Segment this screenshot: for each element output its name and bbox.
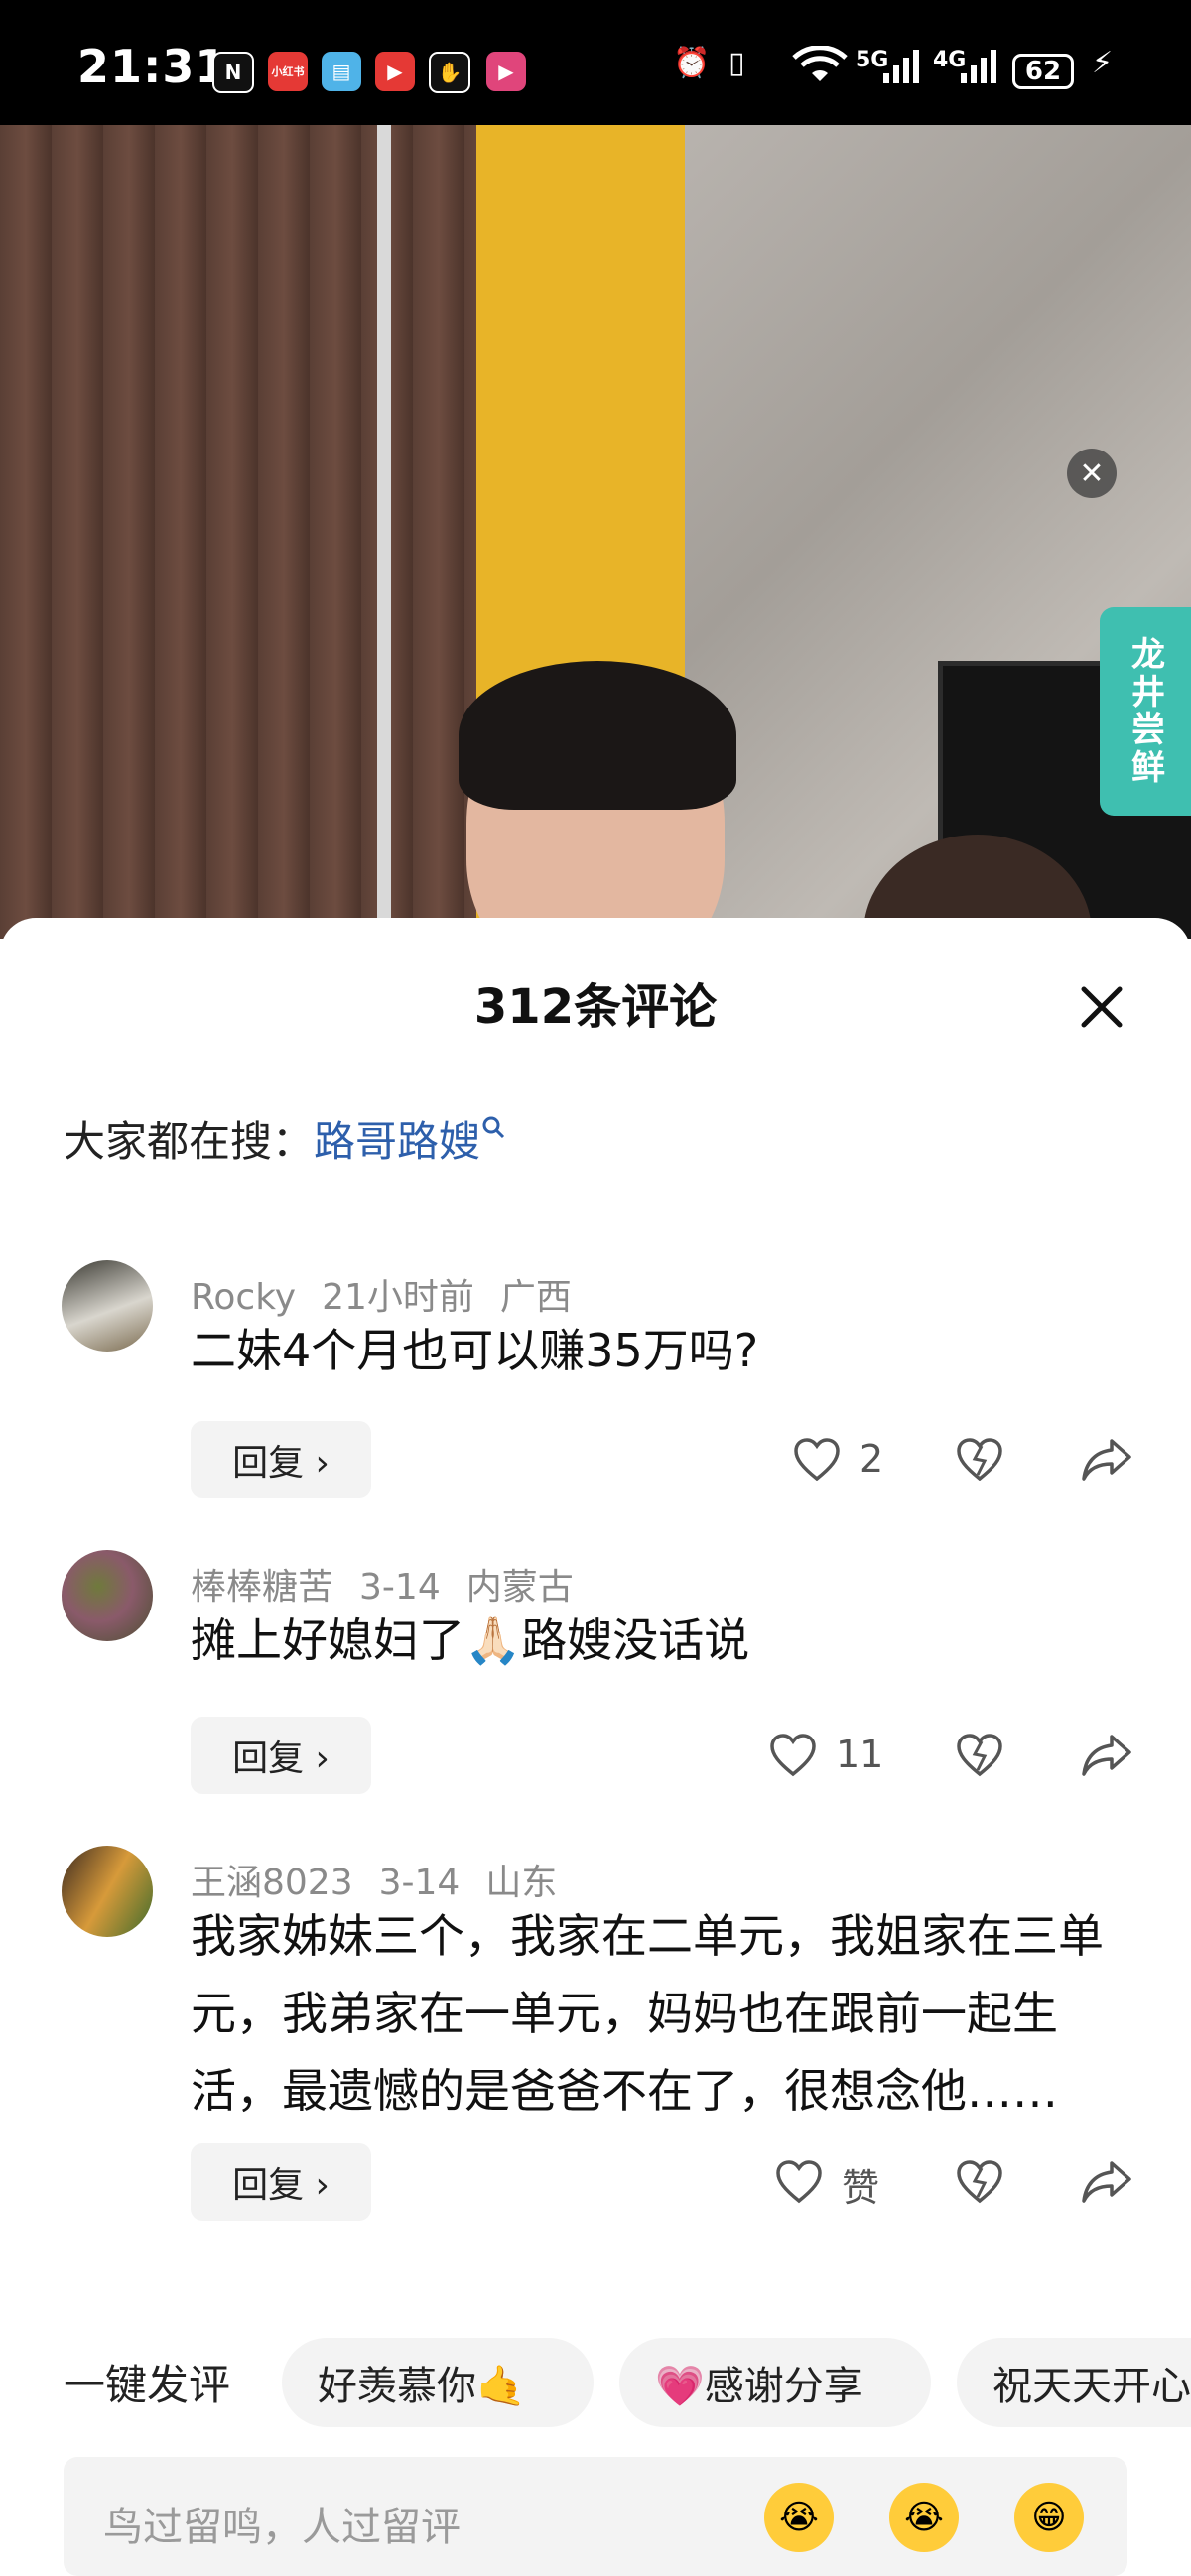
signal-icon-2 bbox=[959, 46, 998, 93]
dislike-icon[interactable] bbox=[955, 1435, 1004, 1484]
comment-text: 二妹4个月也可以赚35万吗? bbox=[191, 1324, 759, 1377]
book-app-icon: ▤ bbox=[322, 52, 361, 91]
like-count: 11 bbox=[836, 1733, 884, 1776]
search-icon bbox=[482, 1116, 505, 1139]
comment-input[interactable]: 鸟过留鸣，人过留评 😭 😭 😁 bbox=[64, 2457, 1127, 2576]
alarm-icon: ⏰ bbox=[673, 46, 711, 80]
promo-banner[interactable]: 龙井尝鲜 bbox=[1100, 607, 1191, 816]
xiaohongshu-app-icon: 小红书 bbox=[268, 52, 308, 91]
banner-close-icon[interactable]: ✕ bbox=[1067, 449, 1117, 498]
reply-button[interactable]: 回复 › bbox=[191, 1421, 371, 1498]
comment-text: 我家姊妹三个，我家在二单元，我姐家在三单元，我弟家在一单元，妈妈也在跟前一起生活… bbox=[191, 1909, 1104, 2118]
reply-button[interactable]: 回复 › bbox=[191, 1717, 371, 1794]
status-bar: 21:31 N 小红书 ▤ ▶ ✋ ▶ ⏰ ▯ 5G 4G 62 ⚡ bbox=[0, 0, 1191, 125]
share-icon[interactable] bbox=[1080, 1731, 1133, 1780]
emoji-crying-icon[interactable]: 😭 bbox=[764, 2483, 834, 2552]
emoji-tears-icon[interactable]: 😭 bbox=[889, 2483, 959, 2552]
comment-item: Rocky 21小时前 广西 二妹4个月也可以赚35万吗? 回复 › 2 bbox=[0, 1260, 1191, 1558]
like-icon[interactable] bbox=[774, 2157, 824, 2207]
emoji-grin-icon[interactable]: 😁 bbox=[1014, 2483, 1084, 2552]
comment-sheet: 312条评论 大家都在搜：路哥路嫂 Rocky 21小时前 广西 二妹4个月也可以赚… bbox=[0, 918, 1191, 2564]
quick-comment-chip[interactable]: 祝天天开心 bbox=[957, 2338, 1191, 2427]
dislike-icon[interactable] bbox=[955, 2157, 1004, 2207]
quick-comment-row: 一键发评 好羡慕你🤙 💗感谢分享 祝天天开心 bbox=[0, 2336, 1191, 2431]
quick-comment-label: 一键发评 bbox=[64, 2361, 231, 2409]
like-count: 赞 bbox=[842, 2166, 880, 2210]
share-icon[interactable] bbox=[1080, 2157, 1133, 2207]
comment-item: 王涵8023 3-14 山东 我家姊妹三个，我家在二单元，我姐家在三单元，我弟家在一… bbox=[0, 1846, 1191, 2243]
vibrate-icon: ▯ bbox=[728, 46, 745, 80]
like-icon[interactable] bbox=[768, 1731, 818, 1780]
charging-icon: ⚡ bbox=[1092, 46, 1114, 80]
like-icon[interactable] bbox=[792, 1435, 842, 1484]
trending-search-keyword[interactable]: 路哥路嫂 bbox=[314, 1117, 480, 1166]
avatar[interactable] bbox=[62, 1846, 153, 1937]
reply-button[interactable]: 回复 › bbox=[191, 2143, 371, 2221]
trending-search[interactable]: 大家都在搜：路哥路嫂 bbox=[64, 1108, 506, 1169]
quick-comment-chip[interactable]: 好羡慕你🤙 bbox=[282, 2338, 594, 2427]
hand-icon: ✋ bbox=[429, 52, 470, 93]
comment-text: 摊上好媳妇了🙏🏻路嫂没话说 bbox=[191, 1613, 750, 1667]
comment-input-placeholder: 鸟过留鸣，人过留评 bbox=[103, 2505, 461, 2550]
comment-item: 棒棒糖苦 3-14 内蒙古 摊上好媳妇了🙏🏻路嫂没话说 回复 › 11 bbox=[0, 1550, 1191, 1848]
signal-icon-1 bbox=[881, 46, 921, 93]
close-icon[interactable] bbox=[1072, 977, 1131, 1037]
video-curtain bbox=[0, 125, 476, 939]
video-player[interactable]: ✕ 龙井尝鲜 bbox=[0, 125, 1191, 939]
trending-search-label: 大家都在搜： bbox=[64, 1117, 315, 1166]
dislike-icon[interactable] bbox=[955, 1731, 1004, 1780]
nfc-icon: N bbox=[212, 52, 254, 93]
like-count: 2 bbox=[860, 1437, 884, 1481]
avatar[interactable] bbox=[62, 1550, 153, 1641]
comment-count-title: 312条评论 bbox=[473, 979, 718, 1035]
video-rail bbox=[377, 125, 391, 939]
battery-indicator: 62 bbox=[1012, 54, 1074, 89]
share-icon[interactable] bbox=[1080, 1435, 1133, 1484]
play-app-icon: ▶ bbox=[486, 52, 526, 91]
status-time: 21:31 bbox=[77, 40, 228, 93]
video-person-hair bbox=[459, 661, 736, 810]
video-app-icon: ▶ bbox=[375, 52, 415, 91]
quick-comment-chip[interactable]: 💗感谢分享 bbox=[619, 2338, 931, 2427]
avatar[interactable] bbox=[62, 1260, 153, 1352]
wifi-icon bbox=[790, 45, 850, 93]
